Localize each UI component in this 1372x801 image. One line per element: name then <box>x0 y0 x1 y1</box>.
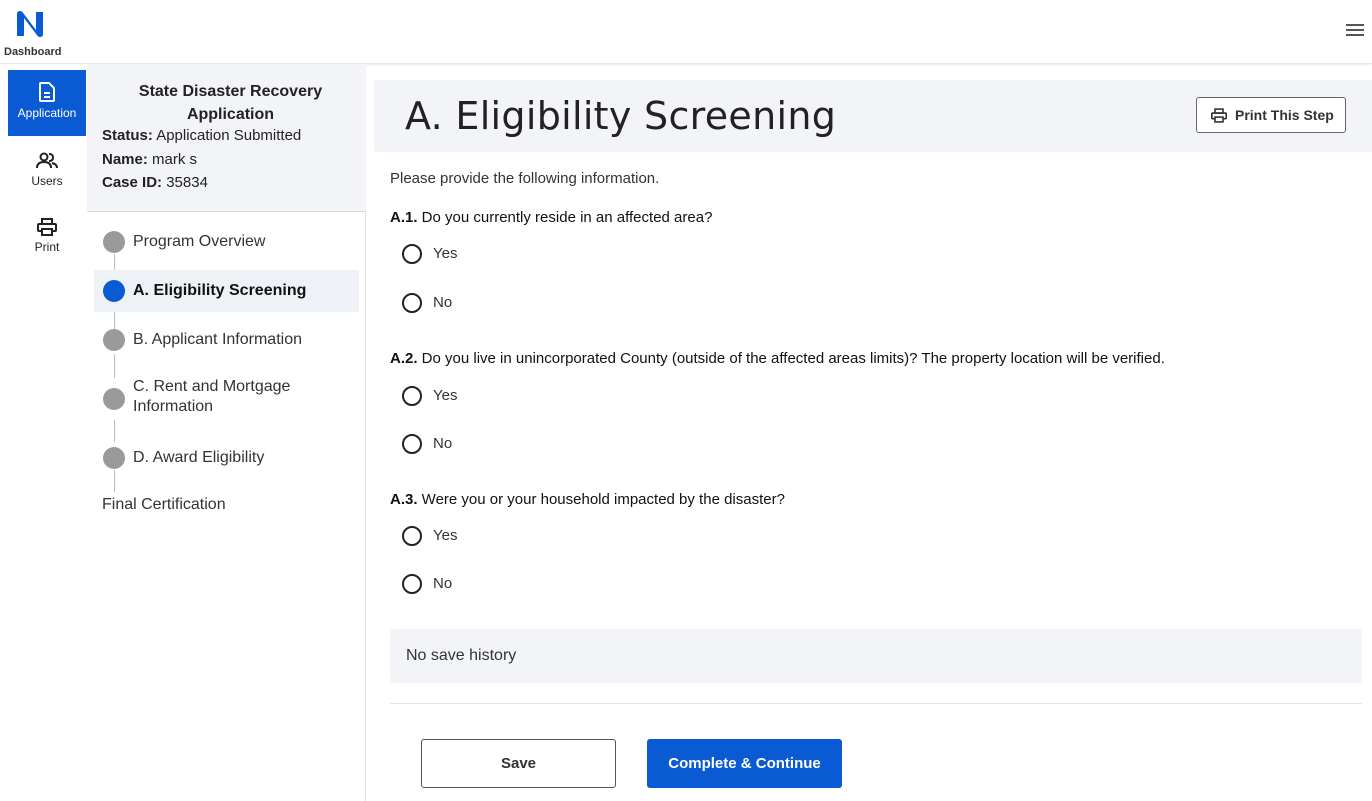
step-status-dot <box>103 388 125 410</box>
step-label: A. Eligibility Screening <box>133 282 307 299</box>
step-label: C. Rent and Mortgage Information <box>133 378 291 415</box>
document-icon <box>39 82 55 102</box>
print-button-label: Print This Step <box>1235 107 1334 123</box>
question-a3: A.3. Were you or your household impacted… <box>390 491 785 508</box>
hamburger-menu-icon[interactable] <box>1346 24 1364 38</box>
radio-button[interactable] <box>402 434 422 454</box>
case-id-line: Case ID: 35834 <box>102 173 208 193</box>
step-final-certification[interactable]: Final Certification <box>102 496 226 514</box>
radio-label: No <box>433 575 453 592</box>
step-label: B. Applicant Information <box>133 331 302 348</box>
rail-item-users[interactable]: Users <box>8 140 86 206</box>
question-text: Do you currently reside in an affected a… <box>417 209 713 226</box>
application-title: State Disaster Recovery Application <box>138 83 323 123</box>
step-award-eligibility[interactable]: D. Award Eligibility <box>94 437 359 479</box>
case-id-label: Case ID: <box>102 174 163 191</box>
radio-button[interactable] <box>402 293 422 313</box>
rail-item-print[interactable]: Print <box>8 206 86 272</box>
radio-label: Yes <box>433 527 458 544</box>
step-status-dot <box>103 447 125 469</box>
status-line: Status: Application Submitted <box>102 126 301 146</box>
case-id-value: 35834 <box>166 174 208 191</box>
rail-label-users: Users <box>31 174 63 188</box>
step-rent-mortgage-information[interactable]: C. Rent and Mortgage Information <box>94 377 359 425</box>
application-summary: State Disaster Recovery Application Stat… <box>87 64 366 212</box>
step-status-dot <box>103 231 125 253</box>
question-a1: A.1. Do you currently reside in an affec… <box>390 209 712 226</box>
printer-icon <box>37 218 57 236</box>
step-applicant-information[interactable]: B. Applicant Information <box>94 319 359 361</box>
step-status-dot <box>103 329 125 351</box>
name-value: mark s <box>152 151 198 168</box>
question-number: A.2. <box>390 350 418 367</box>
save-history-text: No save history <box>406 647 517 664</box>
n-logo-icon[interactable] <box>14 10 46 38</box>
question-text: Were you or your household impacted by t… <box>417 491 785 508</box>
status-label: Status: <box>102 127 153 144</box>
page-header: A. Eligibility Screening Print This Step <box>374 80 1372 152</box>
rail-label-application: Application <box>17 106 77 120</box>
radio-button[interactable] <box>402 244 422 264</box>
radio-button[interactable] <box>402 574 422 594</box>
save-button[interactable]: Save <box>421 739 616 788</box>
intro-text: Please provide the following information… <box>390 170 660 187</box>
icon-rail: Application Users Print <box>0 64 87 801</box>
question-text: Do you live in unincorporated County (ou… <box>417 350 1165 367</box>
step-program-overview[interactable]: Program Overview <box>94 221 359 263</box>
step-label: Program Overview <box>133 233 266 250</box>
users-icon <box>36 152 58 169</box>
radio-label: No <box>433 435 453 452</box>
name-label: Name: <box>102 151 148 168</box>
question-number: A.3. <box>390 491 418 508</box>
question-number: A.1. <box>390 209 418 226</box>
radio-label: Yes <box>433 245 458 262</box>
question-a2: A.2. Do you live in unincorporated Count… <box>390 350 1165 367</box>
top-bar: Dashboard <box>0 0 1372 64</box>
rail-item-application[interactable]: Application <box>8 70 86 136</box>
step-label: D. Award Eligibility <box>133 449 265 466</box>
dashboard-label[interactable]: Dashboard <box>4 46 61 58</box>
radio-label: No <box>433 294 453 311</box>
radio-label: Yes <box>433 387 458 404</box>
print-this-step-button[interactable]: Print This Step <box>1196 97 1346 133</box>
rail-label-print: Print <box>34 240 60 254</box>
step-sidebar: State Disaster Recovery Application Stat… <box>87 64 366 801</box>
step-status-dot <box>103 280 125 302</box>
complete-continue-button[interactable]: Complete & Continue <box>647 739 842 788</box>
status-value: Application Submitted <box>156 127 302 144</box>
step-eligibility-screening[interactable]: A. Eligibility Screening <box>94 270 359 312</box>
radio-button[interactable] <box>402 526 422 546</box>
main-content: A. Eligibility Screening Print This Step… <box>374 80 1372 801</box>
radio-button[interactable] <box>402 386 422 406</box>
name-line: Name: mark s <box>102 150 197 170</box>
save-history-panel: No save history <box>390 629 1362 683</box>
page-title: A. Eligibility Screening <box>405 94 837 138</box>
divider <box>390 703 1362 704</box>
printer-icon <box>1211 108 1227 123</box>
